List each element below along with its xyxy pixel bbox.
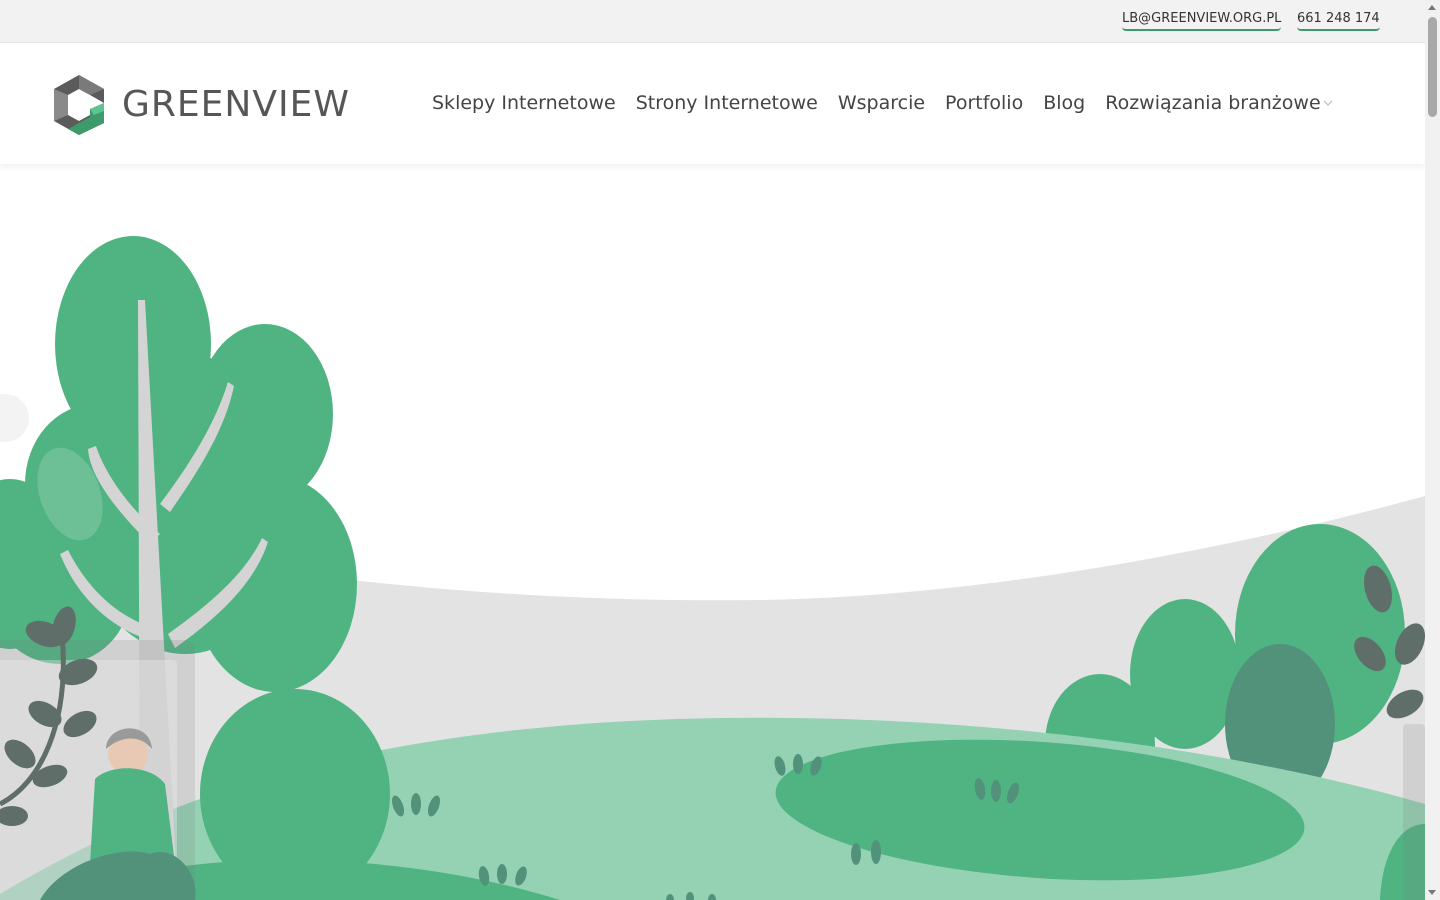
nav-item-rozwiazania-branzowe[interactable]: Rozwiązania branżowe: [1105, 91, 1333, 115]
nav-item-sklepy-internetowe[interactable]: Sklepy Internetowe: [432, 91, 616, 115]
bush-right-2: [1130, 599, 1240, 749]
nav-item-blog[interactable]: Blog: [1043, 91, 1085, 115]
page-scrollbar[interactable]: [1425, 0, 1440, 900]
chevron-down-icon: [1323, 100, 1333, 106]
email-link[interactable]: LB@GREENVIEW.ORG.PL: [1122, 11, 1282, 31]
logo-link[interactable]: GREENVIEW: [50, 73, 350, 137]
page: LB@GREENVIEW.ORG.PL 661 248 174 GREENVIE…: [0, 0, 1440, 900]
device-frame-right: [1403, 724, 1425, 900]
top-contact-bar: LB@GREENVIEW.ORG.PL 661 248 174: [0, 0, 1425, 43]
nav-item-strony-internetowe[interactable]: Strony Internetowe: [636, 91, 818, 115]
logo-text: GREENVIEW: [122, 84, 350, 125]
main-navigation: Sklepy Internetowe Strony Internetowe Ws…: [432, 91, 1333, 115]
nav-item-label: Rozwiązania branżowe: [1105, 92, 1321, 114]
site-header: GREENVIEW Sklepy Internetowe Strony Inte…: [0, 43, 1425, 164]
phone-link[interactable]: 661 248 174: [1297, 11, 1380, 31]
scroll-thumb[interactable]: [1428, 17, 1437, 117]
scroll-down-arrow-icon[interactable]: [1428, 890, 1436, 895]
decor-circle: [0, 394, 29, 442]
scroll-up-arrow-icon[interactable]: [1428, 5, 1436, 10]
nav-item-wsparcie[interactable]: Wsparcie: [838, 91, 925, 115]
bush-left: [200, 689, 390, 899]
greenview-logo-icon: [54, 75, 104, 135]
nav-item-portfolio[interactable]: Portfolio: [945, 91, 1023, 115]
hero-illustration: [0, 164, 1425, 900]
landscape-illustration: [0, 236, 1425, 900]
